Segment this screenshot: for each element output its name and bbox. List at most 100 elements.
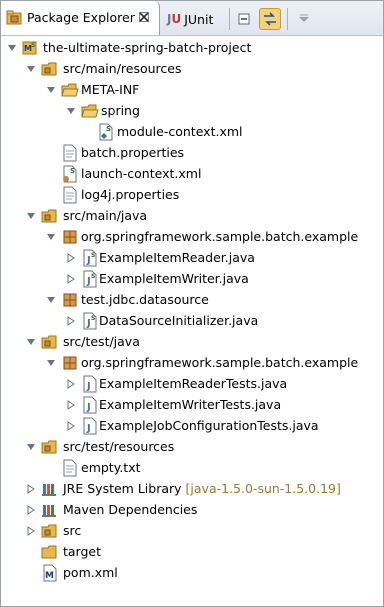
tree-item-src[interactable]: src (1, 520, 383, 541)
tree-item-empty-txt[interactable]: empty.txt (1, 457, 383, 478)
tree-item-spring[interactable]: spring (1, 100, 383, 121)
tree-item-package-jdbc[interactable]: test.jdbc.datasource (1, 289, 383, 310)
expanded-arrow-icon[interactable] (65, 100, 77, 121)
tree-item-project[interactable]: M S the-ultimate-spring-batch-project (1, 37, 383, 58)
package-icon (61, 289, 79, 310)
package-icon (61, 352, 79, 373)
expanded-arrow-icon[interactable] (25, 331, 37, 352)
close-icon[interactable] (139, 12, 149, 22)
maven-pom-icon: M (41, 562, 59, 583)
tree-label: Maven Dependencies (63, 502, 198, 517)
tree-label: src (63, 523, 82, 538)
source-folder-icon (41, 205, 59, 226)
java-file-icon: JS (81, 310, 99, 331)
tree-item-pom[interactable]: M pom.xml (1, 562, 383, 583)
tree-label: src/main/resources (63, 61, 182, 76)
svg-text:S: S (31, 42, 35, 49)
link-with-editor-button[interactable] (259, 8, 281, 30)
collapsed-arrow-icon[interactable] (25, 478, 37, 499)
link-with-editor-icon (264, 12, 276, 26)
jre-library-name: JRE System Library (63, 481, 182, 496)
collapsed-arrow-icon[interactable] (65, 247, 77, 268)
expanded-arrow-icon[interactable] (45, 79, 57, 100)
tree-item-reader-tests[interactable]: J ExampleItemReaderTests.java (1, 373, 383, 394)
tree-label: ExampleItemReader.java (99, 250, 255, 265)
collapsed-arrow-icon[interactable] (65, 394, 77, 415)
tree-item-package-example-test[interactable]: org.springframework.sample.batch.example (1, 352, 383, 373)
folder-icon (41, 520, 59, 541)
tree-label: ExampleItemWriter.java (99, 271, 249, 286)
tree-label: JRE System Library [java-1.5.0-sun-1.5.0.… (63, 478, 341, 499)
collapsed-arrow-icon[interactable] (65, 310, 77, 331)
tree-item-log4j-properties[interactable]: log4j.properties (1, 184, 383, 205)
collapse-all-button[interactable] (233, 8, 255, 30)
view-tab-bar: Package Explorer JU JUnit (1, 1, 383, 36)
tree-item-src-main-resources[interactable]: src/main/resources (1, 58, 383, 79)
tree-label: org.springframework.sample.batch.example (81, 229, 359, 244)
text-file-icon (61, 457, 79, 478)
tree-item-batch-properties[interactable]: batch.properties (1, 142, 383, 163)
tree-item-writer-tests[interactable]: J ExampleItemWriterTests.java (1, 394, 383, 415)
tree-label: org.springframework.sample.batch.example (81, 355, 359, 370)
java-file-icon: J (81, 373, 99, 394)
view-menu-icon (299, 14, 309, 22)
text-file-icon (61, 142, 79, 163)
tree-item-writer[interactable]: JS ExampleItemWriter.java (1, 268, 383, 289)
tab-junit[interactable]: JU JUnit (167, 7, 227, 31)
package-icon (61, 226, 79, 247)
tree-item-reader[interactable]: JS ExampleItemReader.java (1, 247, 383, 268)
tree-item-src-test-resources[interactable]: src/test/resources (1, 436, 383, 457)
tree-item-ds-init[interactable]: JS DataSourceInitializer.java (1, 310, 383, 331)
tree-item-jre-library[interactable]: JRE System Library [java-1.5.0-sun-1.5.0.… (1, 478, 383, 499)
expanded-arrow-icon[interactable] (6, 37, 18, 58)
tree-item-meta-inf[interactable]: META-INF (1, 79, 383, 100)
expanded-arrow-icon[interactable] (25, 436, 37, 457)
tree-item-package-example[interactable]: org.springframework.sample.batch.example (1, 226, 383, 247)
expanded-arrow-icon[interactable] (45, 289, 57, 310)
tree-item-src-test-java[interactable]: src/test/java (1, 331, 383, 352)
tree-label: the-ultimate-spring-batch-project (43, 40, 252, 55)
svg-text:J: J (86, 423, 91, 434)
collapsed-arrow-icon[interactable] (25, 499, 37, 520)
tree-label: launch-context.xml (81, 166, 202, 181)
package-explorer-view: Package Explorer JU JUnit M S the-ultima… (0, 0, 384, 607)
tab-package-explorer[interactable]: Package Explorer (1, 1, 160, 35)
tree-item-launch-context[interactable]: S launch-context.xml (1, 163, 383, 184)
expanded-arrow-icon[interactable] (45, 226, 57, 247)
svg-text:S: S (70, 167, 75, 175)
collapsed-arrow-icon[interactable] (65, 268, 77, 289)
view-menu-button[interactable] (293, 8, 315, 30)
collapsed-arrow-icon[interactable] (65, 373, 77, 394)
folder-open-icon (81, 100, 99, 121)
tree-item-maven-deps[interactable]: Maven Dependencies (1, 499, 383, 520)
spring-xml-file-icon: S (97, 121, 115, 142)
expanded-arrow-icon[interactable] (25, 205, 37, 226)
collapsed-arrow-icon[interactable] (65, 415, 77, 436)
library-icon (41, 499, 59, 520)
tree-item-module-context[interactable]: S module-context.xml (1, 121, 383, 142)
tree-label: log4j.properties (81, 187, 180, 202)
svg-text:S: S (91, 252, 95, 259)
expanded-arrow-icon[interactable] (45, 352, 57, 373)
tree-label: module-context.xml (117, 124, 243, 139)
junit-icon: JU (167, 12, 182, 26)
spring-xml-file-icon: S (61, 163, 79, 184)
tab-package-explorer-label: Package Explorer (27, 10, 135, 25)
java-file-icon: J (81, 415, 99, 436)
toolbar-separator-2 (287, 8, 288, 30)
tab-junit-label: JUnit (184, 11, 214, 27)
folder-icon (41, 541, 59, 562)
tree-label: target (63, 544, 102, 559)
tree-label: ExampleItemReaderTests.java (99, 376, 288, 391)
tree-item-job-config-tests[interactable]: J ExampleJobConfigurationTests.java (1, 415, 383, 436)
tree-label: ExampleItemWriterTests.java (99, 397, 282, 412)
java-file-icon: JS (81, 268, 99, 289)
tree-label: spring (101, 103, 140, 118)
svg-text:S: S (106, 125, 111, 133)
tree-item-target[interactable]: target (1, 541, 383, 562)
maven-project-icon: M S (21, 37, 39, 58)
collapsed-arrow-icon[interactable] (25, 520, 37, 541)
expanded-arrow-icon[interactable] (25, 58, 37, 79)
tree-label: src/main/java (63, 208, 148, 223)
tree-item-src-main-java[interactable]: src/main/java (1, 205, 383, 226)
